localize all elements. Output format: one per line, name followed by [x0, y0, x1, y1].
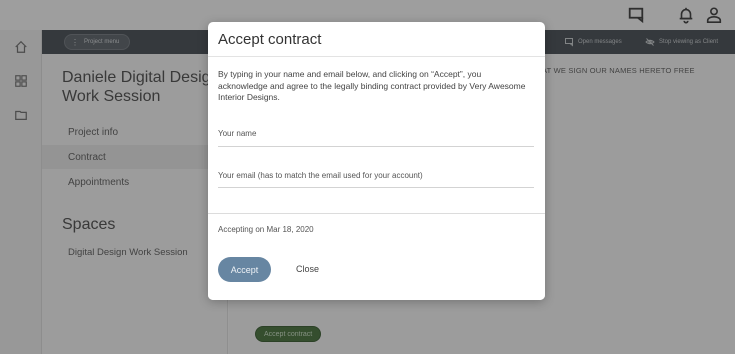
divider	[208, 56, 545, 57]
email-field-label: Your email (has to match the email used …	[218, 171, 423, 180]
email-field[interactable]	[218, 187, 534, 188]
dialog-title: Accept contract	[218, 31, 322, 48]
name-field-label: Your name	[218, 129, 257, 138]
name-field[interactable]	[218, 146, 534, 147]
dialog-description: By typing in your name and email below, …	[218, 69, 526, 102]
accept-contract-dialog: Accept contract By typing in your name a…	[208, 22, 545, 300]
dialog-footer: Accepting on Mar 18, 2020 Accept Close	[208, 214, 545, 300]
accepting-date: Accepting on Mar 18, 2020	[218, 225, 314, 234]
close-button[interactable]: Close	[296, 264, 319, 274]
accept-button[interactable]: Accept	[218, 257, 271, 282]
